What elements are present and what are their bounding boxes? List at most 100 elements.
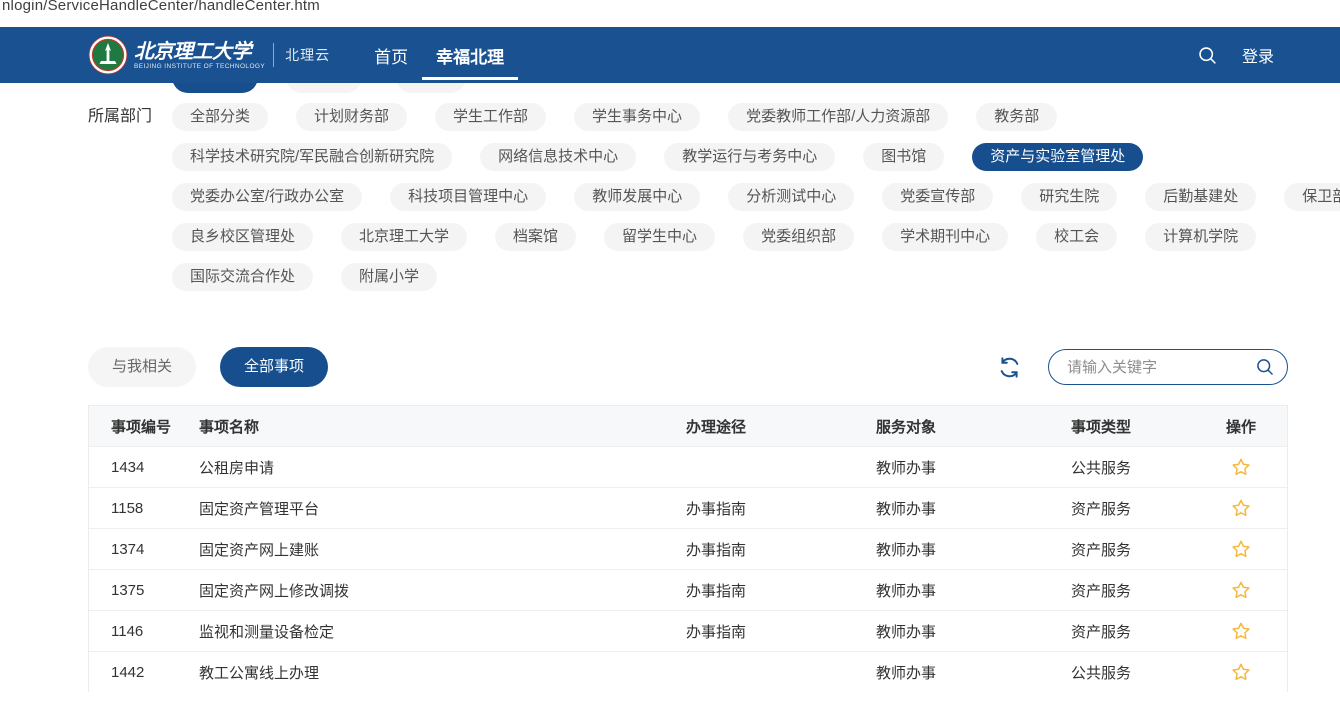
search-input[interactable] (1048, 349, 1288, 385)
cell-item-name[interactable]: 固定资产管理平台 (199, 498, 686, 519)
cell-channel[interactable]: 办事指南 (686, 621, 876, 642)
refresh-icon[interactable] (997, 355, 1022, 380)
table-row[interactable]: 1146监视和测量设备检定办事指南教师办事资产服务 (89, 610, 1287, 651)
table-row[interactable]: 1442教工公寓线上办理教师办事公共服务 (89, 651, 1287, 692)
university-name-zh: 北京理工大学 (134, 41, 265, 63)
nav-item-首页[interactable]: 首页 (360, 27, 422, 83)
tab-全部事项[interactable]: 全部事项 (220, 347, 328, 387)
table-row[interactable]: 1434公租房申请教师办事公共服务 (89, 446, 1287, 487)
department-tag[interactable]: 保卫部 (1284, 183, 1340, 211)
department-tag[interactable]: 校工会 (1036, 223, 1117, 251)
cell-item-id: 1442 (89, 664, 199, 681)
keyword-search-box (1048, 349, 1288, 385)
cell-item-name[interactable]: 固定资产网上修改调拨 (199, 580, 686, 601)
search-icon[interactable] (1197, 45, 1218, 66)
service-items-table: 事项编号事项名称办理途径服务对象事项类型操作 1434公租房申请教师办事公共服务… (88, 405, 1288, 692)
department-tag[interactable]: 学术期刊中心 (882, 223, 1008, 251)
header-right: 登录 (1197, 27, 1274, 83)
main-nav: 首页幸福北理 (360, 27, 518, 83)
cell-channel[interactable]: 办事指南 (686, 539, 876, 560)
brand-name: 北理云 (285, 45, 330, 65)
cell-item-id: 1374 (89, 541, 199, 558)
clipped-pills-row (172, 83, 1340, 95)
login-button[interactable]: 登录 (1242, 43, 1274, 67)
department-tag[interactable]: 学生事务中心 (574, 103, 700, 131)
department-tag[interactable]: 国际交流合作处 (172, 263, 313, 291)
department-tag[interactable]: 教师发展中心 (574, 183, 700, 211)
cell-channel[interactable]: 办事指南 (686, 498, 876, 519)
site-logo[interactable]: 北京理工大学 BEIJING INSTITUTE OF TECHNOLOGY 北… (88, 35, 330, 75)
department-tag[interactable]: 全部分类 (172, 103, 268, 131)
department-tag[interactable]: 科学技术研究院/军民融合创新研究院 (172, 143, 452, 171)
cell-item-name[interactable]: 监视和测量设备检定 (199, 621, 686, 642)
cell-actions (1195, 539, 1287, 559)
cell-actions (1195, 498, 1287, 518)
department-tag[interactable]: 图书馆 (863, 143, 944, 171)
department-tag[interactable]: 附属小学 (341, 263, 437, 291)
department-tag[interactable]: 分析测试中心 (728, 183, 854, 211)
cell-audience: 教师办事 (876, 662, 1071, 683)
favorite-star-icon[interactable] (1231, 662, 1251, 682)
department-tag[interactable]: 档案馆 (495, 223, 576, 251)
cell-audience: 教师办事 (876, 621, 1071, 642)
column-header: 事项名称 (199, 416, 686, 437)
filter-tag-row: 党委办公室/行政办公室科技项目管理中心教师发展中心分析测试中心党委宣传部研究生院… (172, 183, 1340, 211)
department-filters: 所属部门 全部分类计划财务部学生工作部学生事务中心党委教师工作部/人力资源部教务… (88, 103, 1340, 303)
column-header: 事项编号 (89, 416, 199, 437)
cell-type: 资产服务 (1071, 498, 1195, 519)
department-tag[interactable]: 资产与实验室管理处 (972, 143, 1143, 171)
department-tag[interactable]: 后勤基建处 (1145, 183, 1256, 211)
browser-url-text: nlogin/ServiceHandleCenter/handleCenter.… (0, 0, 1340, 14)
table-row[interactable]: 1375固定资产网上修改调拨办事指南教师办事资产服务 (89, 569, 1287, 610)
department-tag[interactable]: 学生工作部 (435, 103, 546, 131)
tab-与我相关[interactable]: 与我相关 (88, 347, 196, 387)
cell-actions (1195, 662, 1287, 682)
column-header: 操作 (1195, 416, 1287, 437)
cell-item-name[interactable]: 教工公寓线上办理 (199, 662, 686, 683)
clipped-pill[interactable] (172, 83, 258, 93)
cell-actions (1195, 580, 1287, 600)
cell-type: 资产服务 (1071, 539, 1195, 560)
department-tag[interactable]: 党委办公室/行政办公室 (172, 183, 362, 211)
department-tag[interactable]: 北京理工大学 (341, 223, 467, 251)
department-tag[interactable]: 科技项目管理中心 (390, 183, 546, 211)
department-tag[interactable]: 留学生中心 (604, 223, 715, 251)
cell-type: 公共服务 (1071, 457, 1195, 478)
cell-audience: 教师办事 (876, 498, 1071, 519)
department-tag[interactable]: 党委教师工作部/人力资源部 (728, 103, 948, 131)
department-tag[interactable]: 党委组织部 (743, 223, 854, 251)
browser-url-bar: nlogin/ServiceHandleCenter/handleCenter.… (0, 0, 1340, 27)
cell-actions (1195, 621, 1287, 641)
department-tag[interactable]: 教务部 (976, 103, 1057, 131)
search-icon[interactable] (1255, 357, 1275, 377)
favorite-star-icon[interactable] (1231, 457, 1251, 477)
favorite-star-icon[interactable] (1231, 539, 1251, 559)
cell-type: 资产服务 (1071, 580, 1195, 601)
clipped-pill[interactable] (396, 83, 466, 93)
department-tag[interactable]: 研究生院 (1021, 183, 1117, 211)
department-tag[interactable]: 教学运行与考务中心 (664, 143, 835, 171)
nav-item-幸福北理[interactable]: 幸福北理 (422, 27, 518, 83)
favorite-star-icon[interactable] (1231, 621, 1251, 641)
table-row[interactable]: 1158固定资产管理平台办事指南教师办事资产服务 (89, 487, 1287, 528)
university-name-en: BEIJING INSTITUTE OF TECHNOLOGY (134, 63, 265, 70)
cell-item-name[interactable]: 公租房申请 (199, 457, 686, 478)
toolbar-right (997, 349, 1288, 385)
table-header-row: 事项编号事项名称办理途径服务对象事项类型操作 (89, 406, 1287, 446)
department-tag[interactable]: 计划财务部 (296, 103, 407, 131)
cell-item-id: 1146 (89, 623, 199, 640)
clipped-pill[interactable] (286, 83, 362, 93)
department-tag[interactable]: 计算机学院 (1145, 223, 1256, 251)
table-row[interactable]: 1374固定资产网上建账办事指南教师办事资产服务 (89, 528, 1287, 569)
cell-channel[interactable]: 办事指南 (686, 580, 876, 601)
department-tag[interactable]: 党委宣传部 (882, 183, 993, 211)
department-tag[interactable]: 网络信息技术中心 (480, 143, 636, 171)
site-header: 北京理工大学 BEIJING INSTITUTE OF TECHNOLOGY 北… (0, 27, 1340, 83)
favorite-star-icon[interactable] (1231, 498, 1251, 518)
cell-item-name[interactable]: 固定资产网上建账 (199, 539, 686, 560)
favorite-star-icon[interactable] (1231, 580, 1251, 600)
cell-item-id: 1434 (89, 459, 199, 476)
filter-tag-rows: 全部分类计划财务部学生工作部学生事务中心党委教师工作部/人力资源部教务部科学技术… (172, 103, 1340, 303)
cell-item-id: 1158 (89, 500, 199, 517)
department-tag[interactable]: 良乡校区管理处 (172, 223, 313, 251)
